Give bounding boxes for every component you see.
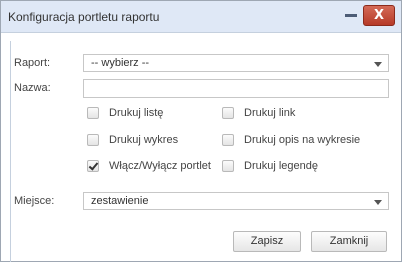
checkbox-icon[interactable] [222,160,234,172]
checkbox-drukuj-opis[interactable]: Drukuj opis na wykresie [222,133,360,147]
checkbox-drukuj-wykres[interactable]: Drukuj wykres [87,133,178,147]
raport-select[interactable]: -- wybierz -- [83,54,389,72]
nazwa-label: Nazwa: [14,82,51,94]
checkbox-icon[interactable] [87,134,99,146]
nazwa-input[interactable] [83,79,389,98]
close-window-button[interactable]: X [363,5,395,26]
miejsce-select-value: zestawienie [91,195,149,207]
dialog-title: Konfiguracja portletu raportu [8,10,160,24]
checkbox-drukuj-liste[interactable]: Drukuj listę [87,106,163,120]
miejsce-label: Miejsce: [14,195,55,207]
checkbox-checked-icon[interactable] [87,160,99,172]
checkbox-label: Drukuj link [244,107,296,119]
checkbox-icon[interactable] [222,107,234,119]
checkbox-icon[interactable] [87,107,99,119]
dialog-titlebar[interactable]: Konfiguracja portletu raportu X [1,1,401,33]
checkbox-icon[interactable] [222,134,234,146]
checkbox-label: Drukuj legendę [244,160,318,172]
checkbox-drukuj-legende[interactable]: Drukuj legendę [222,159,318,173]
checkbox-drukuj-link[interactable]: Drukuj link [222,106,295,120]
checkbox-wlacz-portlet[interactable]: Włącz/Wyłącz portlet [87,159,211,173]
checkbox-label: Drukuj opis na wykresie [244,134,361,146]
checkbox-label: Drukuj listę [109,107,164,119]
save-button[interactable]: Zapisz [233,231,301,252]
checkbox-label: Drukuj wykres [109,134,179,146]
chevron-down-icon [374,62,382,67]
report-portlet-config-dialog: Konfiguracja portletu raportu X Raport: … [0,0,402,262]
miejsce-select[interactable]: zestawienie [83,192,389,210]
checkbox-label: Włącz/Wyłącz portlet [109,160,211,172]
raport-select-value: -- wybierz -- [91,57,150,69]
minimize-icon[interactable] [345,14,357,17]
chevron-down-icon [374,200,382,205]
raport-label: Raport: [14,57,51,69]
form-panel: Raport: -- wybierz -- Nazwa: Drukuj list… [10,41,393,262]
close-button[interactable]: Zamknij [311,231,387,252]
